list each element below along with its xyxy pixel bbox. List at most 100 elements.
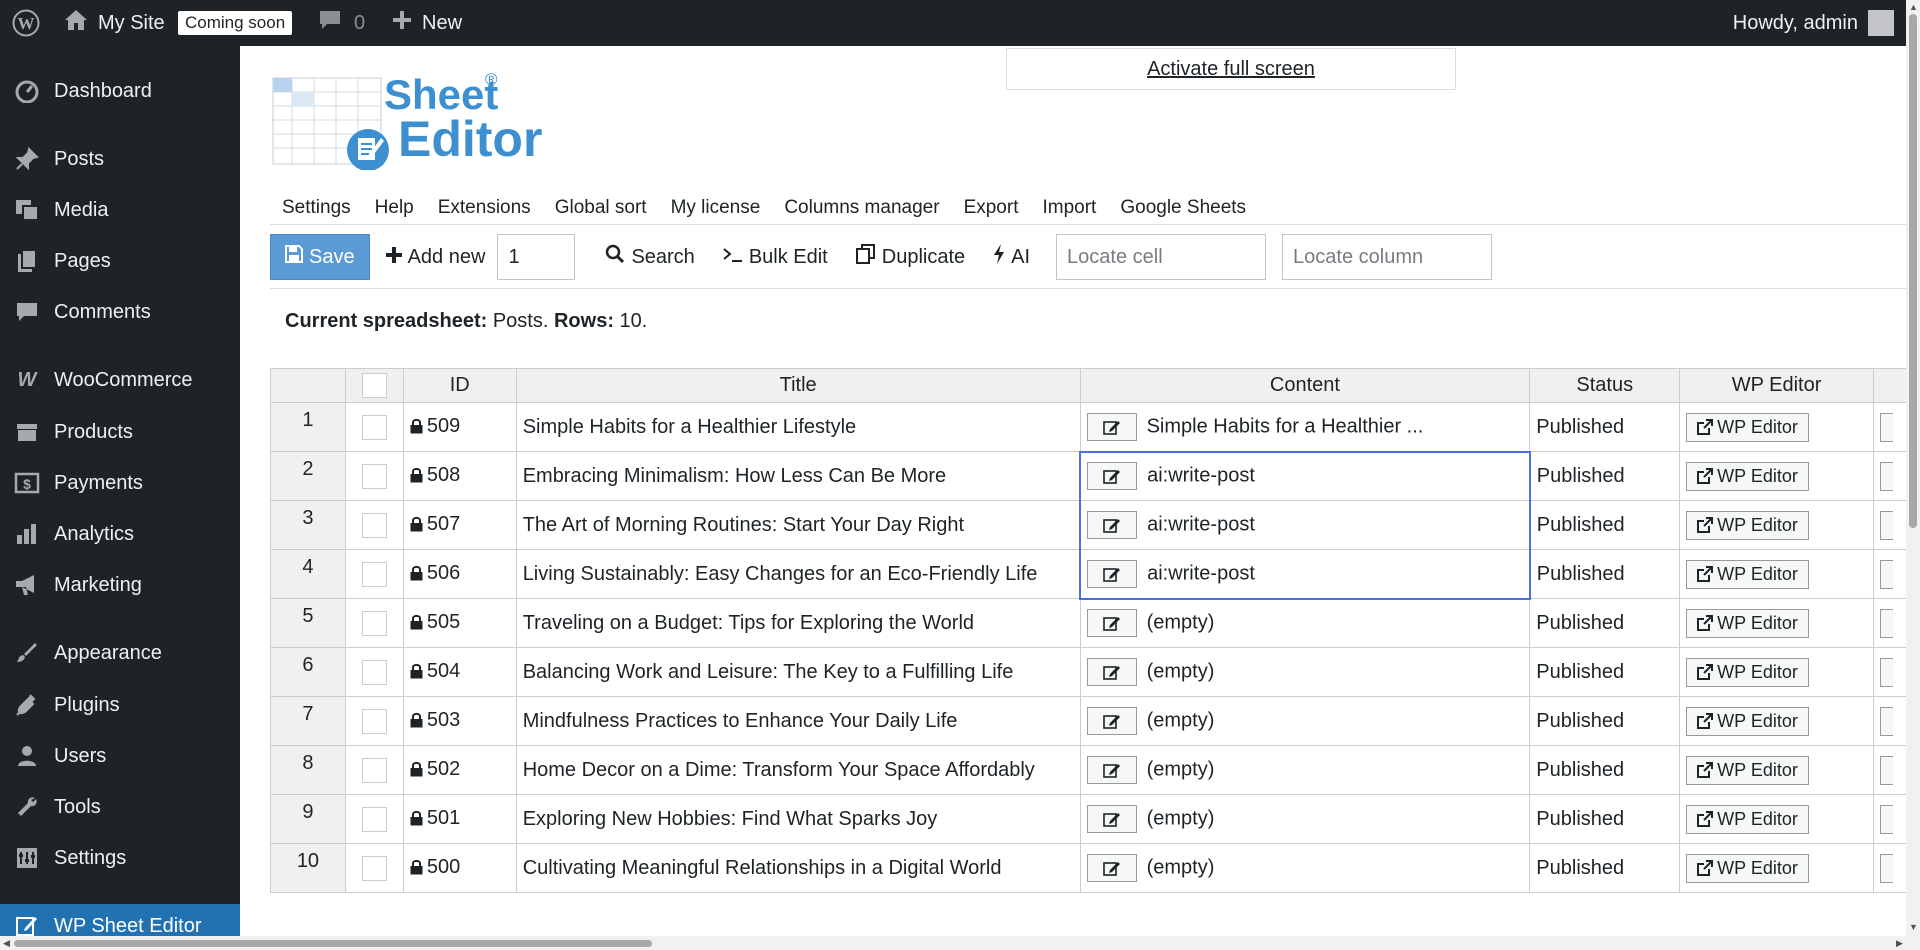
title-cell[interactable]: Embracing Minimalism: How Less Can Be Mo… [515, 451, 1081, 501]
activate-full-screen-link[interactable]: Activate full screen [1006, 48, 1456, 90]
wp-editor-button[interactable]: WP Editor [1686, 412, 1809, 442]
wp-editor-button[interactable]: WP Editor [1686, 853, 1809, 883]
title-cell[interactable]: Home Decor on a Dime: Transform Your Spa… [515, 745, 1081, 795]
content-cell[interactable]: (empty) [1079, 598, 1531, 648]
sidebar-item-analytics[interactable]: Analytics [0, 512, 240, 556]
sidebar-item-settings[interactable]: Settings [0, 836, 240, 880]
wp-editor-cell[interactable]: WP Editor [1679, 500, 1874, 550]
wp-editor-cell[interactable]: WP Editor [1679, 647, 1874, 697]
row-checkbox[interactable] [361, 659, 387, 685]
title-cell[interactable]: Exploring New Hobbies: Find What Sparks … [515, 794, 1081, 844]
status-cell[interactable]: Published [1529, 549, 1681, 599]
menu-export[interactable]: Export [952, 188, 1031, 228]
wp-editor-cell[interactable]: WP Editor [1679, 696, 1874, 746]
id-cell[interactable]: 500 [402, 843, 517, 893]
content-cell[interactable]: (empty) [1079, 843, 1531, 893]
menu-global-sort[interactable]: Global sort [543, 188, 659, 228]
ai-button[interactable]: AI [993, 244, 1030, 270]
status-cell[interactable]: Published [1529, 745, 1681, 795]
row-checkbox[interactable] [361, 414, 387, 440]
row-number[interactable]: 10 [270, 843, 346, 893]
row-checkbox[interactable] [361, 708, 387, 734]
sidebar-item-media[interactable]: Media [0, 188, 240, 232]
row-checkbox[interactable] [361, 512, 387, 538]
sidebar-item-pages[interactable]: Pages [0, 239, 240, 283]
locate-cell-input[interactable] [1056, 234, 1267, 280]
column-header-id[interactable]: ID [402, 368, 517, 403]
sidebar-item-appearance[interactable]: Appearance [0, 631, 240, 675]
content-cell[interactable]: (empty) [1079, 794, 1531, 844]
locate-column-input[interactable] [1282, 234, 1493, 280]
content-cell[interactable]: ai:write-post [1079, 549, 1531, 600]
row-checkbox-cell[interactable] [344, 794, 404, 844]
wp-editor-button[interactable]: WP Editor [1686, 804, 1809, 834]
status-cell[interactable]: Published [1529, 794, 1681, 844]
menu-google-sheets[interactable]: Google Sheets [1108, 188, 1258, 228]
column-header-content[interactable]: Content [1079, 368, 1531, 403]
status-cell[interactable]: Published [1529, 598, 1681, 648]
content-cell[interactable]: (empty) [1079, 745, 1531, 795]
wp-editor-cell[interactable]: WP Editor [1679, 402, 1874, 452]
status-cell[interactable]: Published [1529, 402, 1681, 452]
edit-content-button[interactable] [1086, 707, 1137, 735]
wp-editor-cell[interactable]: WP Editor [1679, 549, 1874, 599]
menu-settings[interactable]: Settings [270, 188, 363, 228]
sidebar-item-marketing[interactable]: Marketing [0, 563, 240, 607]
edit-content-button[interactable] [1087, 462, 1138, 491]
content-cell[interactable]: ai:write-post [1079, 450, 1531, 501]
wp-editor-cell[interactable]: WP Editor [1679, 598, 1874, 648]
search-button[interactable]: Search [605, 244, 695, 270]
partial-button[interactable] [1879, 608, 1893, 638]
edit-content-button[interactable] [1087, 511, 1138, 539]
row-number[interactable]: 6 [270, 647, 346, 697]
user-account-menu[interactable]: Howdy, admin [1733, 0, 1894, 46]
wp-editor-cell[interactable]: WP Editor [1679, 794, 1874, 844]
row-checkbox[interactable] [361, 561, 387, 587]
add-new-count-input[interactable] [497, 234, 576, 280]
vertical-scroll-thumb[interactable] [1909, 14, 1917, 528]
title-cell[interactable]: Cultivating Meaningful Relationships in … [515, 843, 1081, 893]
id-cell[interactable]: 502 [402, 745, 517, 795]
wp-editor-button[interactable]: WP Editor [1686, 608, 1809, 638]
partial-button[interactable] [1879, 706, 1893, 736]
menu-help[interactable]: Help [363, 188, 426, 228]
row-checkbox[interactable] [361, 806, 387, 832]
partial-button[interactable] [1879, 510, 1893, 540]
sidebar-item-posts[interactable]: Posts [0, 137, 240, 181]
scroll-down-arrow-icon[interactable]: ▼ [1909, 922, 1918, 932]
content-cell[interactable]: (empty) [1079, 696, 1531, 746]
title-cell[interactable]: Simple Habits for a Healthier Lifestyle [515, 402, 1081, 452]
site-name-link[interactable]: My Site [64, 0, 165, 46]
horizontal-scrollbar[interactable]: ◀ ▶ [0, 936, 1912, 950]
id-cell[interactable]: 506 [402, 549, 517, 599]
sidebar-item-plugins[interactable]: Plugins [0, 683, 240, 727]
sidebar-item-woocommerce[interactable]: W WooCommerce [0, 358, 240, 402]
edit-content-button[interactable] [1087, 559, 1138, 588]
row-number[interactable]: 3 [270, 500, 346, 550]
id-cell[interactable]: 509 [402, 402, 517, 452]
title-cell[interactable]: Living Sustainably: Easy Changes for an … [515, 549, 1081, 599]
duplicate-button[interactable]: Duplicate [855, 244, 965, 270]
wp-editor-cell[interactable]: WP Editor [1679, 745, 1874, 795]
wp-editor-button[interactable]: WP Editor [1686, 510, 1809, 540]
comments-link[interactable]: 0 [318, 0, 365, 46]
wp-editor-button[interactable]: WP Editor [1686, 461, 1809, 491]
id-cell[interactable]: 503 [402, 696, 517, 746]
wp-editor-button[interactable]: WP Editor [1686, 706, 1809, 736]
sidebar-item-tools[interactable]: Tools [0, 785, 240, 829]
wp-editor-button[interactable]: WP Editor [1686, 657, 1809, 687]
content-cell[interactable]: (empty) [1079, 647, 1531, 697]
row-checkbox[interactable] [361, 610, 387, 636]
title-cell[interactable]: The Art of Morning Routines: Start Your … [515, 500, 1081, 550]
sidebar-item-users[interactable]: Users [0, 734, 240, 778]
partial-button[interactable] [1879, 853, 1893, 883]
row-checkbox-cell[interactable] [344, 696, 404, 746]
row-checkbox[interactable] [361, 463, 387, 489]
row-number[interactable]: 9 [270, 794, 346, 844]
bulk-edit-button[interactable]: Bulk Edit [723, 246, 828, 269]
row-checkbox-cell[interactable] [344, 451, 404, 501]
id-cell[interactable]: 501 [402, 794, 517, 844]
id-cell[interactable]: 507 [402, 500, 517, 550]
row-checkbox-cell[interactable] [344, 843, 404, 893]
edit-content-button[interactable] [1086, 658, 1137, 686]
